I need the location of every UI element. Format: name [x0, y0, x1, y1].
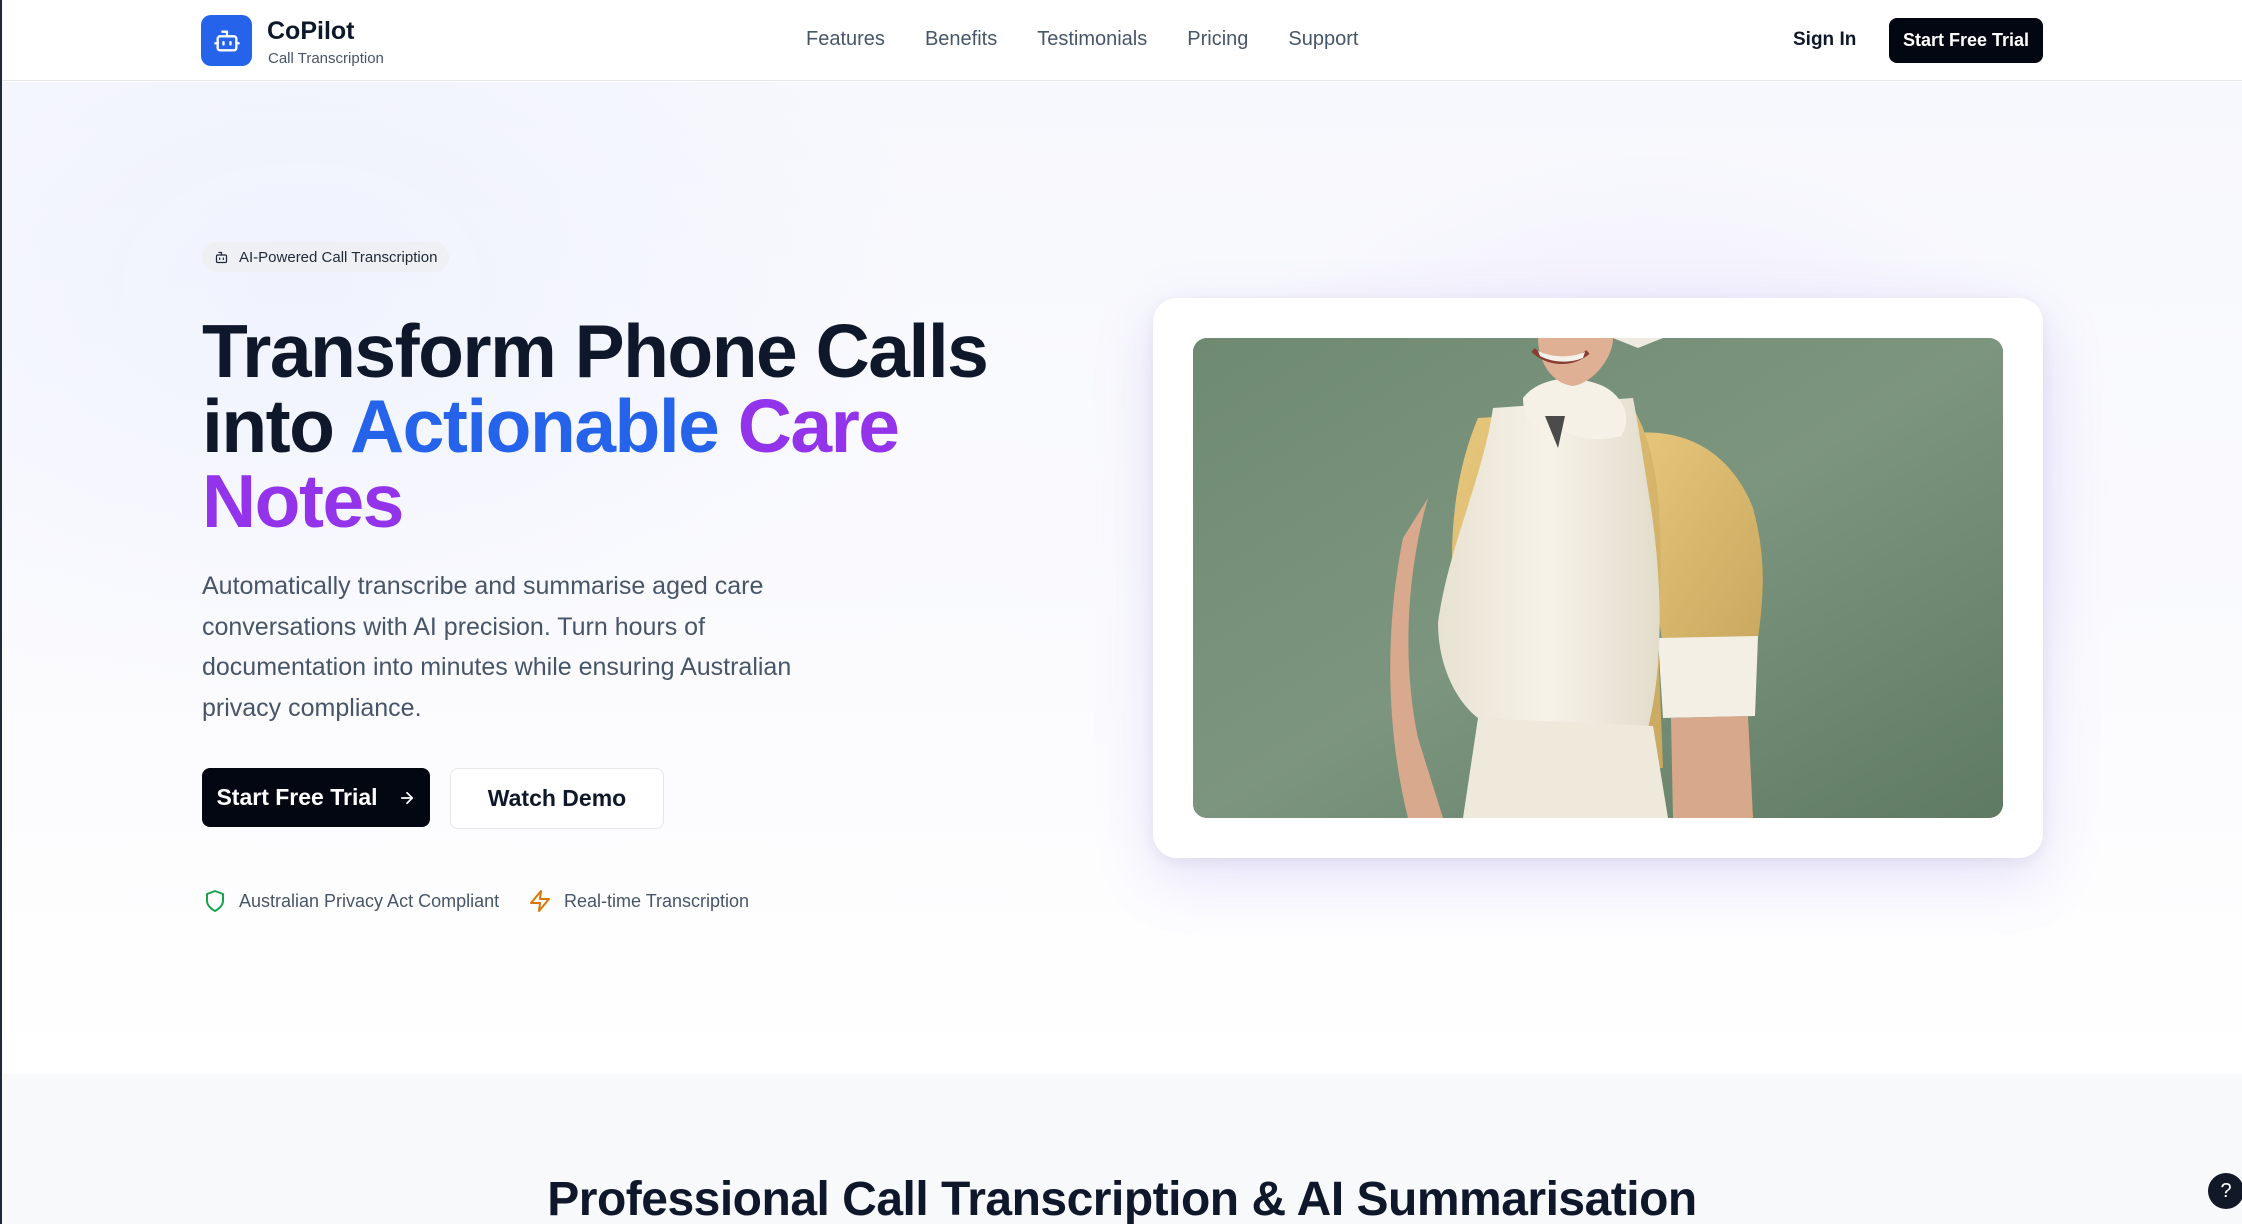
primary-button-label: Start Free Trial: [216, 784, 378, 810]
hero-subtext: Automatically transcribe and summarise a…: [202, 572, 792, 722]
arrow-right-icon: [400, 791, 413, 804]
watch-demo-button[interactable]: Watch Demo: [450, 768, 664, 829]
features-section: Professional Call Transcription & AI Sum…: [2, 1074, 2242, 1224]
hero-image-card: [1153, 298, 2043, 858]
hero-photo: [1193, 338, 2003, 818]
trust-privacy: Australian Privacy Act Compliant: [203, 889, 499, 913]
logo[interactable]: [201, 15, 252, 66]
nav-link-testimonials[interactable]: Testimonials: [1037, 28, 1147, 51]
shield-icon: [206, 890, 224, 912]
brand-subtitle: Call Transcription: [268, 50, 384, 67]
zap-icon: [530, 890, 550, 912]
headline-highlight-blue: Actionable: [350, 384, 720, 468]
bot-icon: [213, 30, 240, 51]
nav-link-benefits[interactable]: Benefits: [925, 28, 997, 51]
headline-highlight-purple-1: Care: [737, 384, 900, 468]
top-nav: CoPilot Call Transcription Features Bene…: [2, 0, 2242, 81]
badge-label: AI-Powered Call Transcription: [239, 248, 438, 266]
hero-badge: AI-Powered Call Transcription: [202, 242, 450, 272]
brand-name[interactable]: CoPilot: [267, 17, 355, 46]
hero-start-trial-button[interactable]: Start Free Trial: [202, 768, 430, 827]
trust-realtime: Real-time Transcription: [528, 889, 749, 913]
nurse-illustration: [1193, 338, 2003, 818]
features-section-title: Professional Call Transcription & AI Sum…: [547, 1173, 1697, 1224]
help-button[interactable]: ?: [2208, 1173, 2242, 1209]
nav-link-features[interactable]: Features: [806, 28, 885, 51]
nav-link-support[interactable]: Support: [1288, 28, 1358, 51]
nav-links: Features Benefits Testimonials Pricing S…: [806, 28, 1358, 51]
bot-icon: [215, 251, 228, 263]
headline-highlight-purple-2: Notes: [202, 459, 404, 543]
hero-headline: Transform Phone Calls into Actionable Ca…: [202, 314, 1002, 539]
sign-in-button[interactable]: Sign In: [1793, 29, 1856, 51]
trust-privacy-label: Australian Privacy Act Compliant: [239, 890, 500, 911]
nav-start-trial-button[interactable]: Start Free Trial: [1889, 18, 2043, 63]
trust-realtime-label: Real-time Transcription: [564, 890, 750, 911]
headline-line-1: Transform Phone Calls: [202, 309, 989, 393]
nav-link-pricing[interactable]: Pricing: [1187, 28, 1248, 51]
headline-line-2: into: [202, 384, 350, 468]
